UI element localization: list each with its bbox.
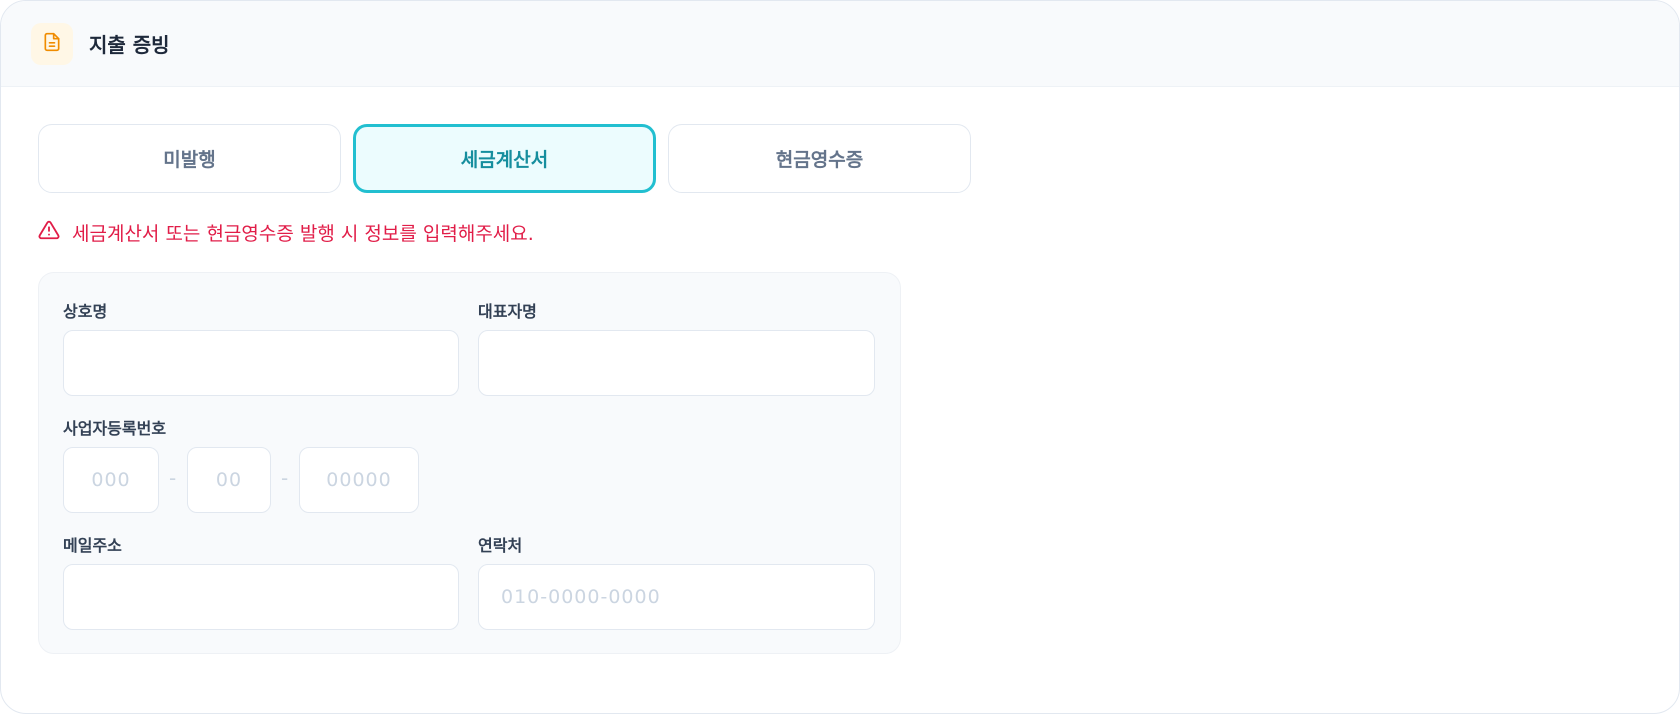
- warning-text: 세금계산서 또는 현금영수증 발행 시 정보를 입력해주세요.: [72, 223, 534, 245]
- tab-tax-invoice[interactable]: 세금계산서: [353, 124, 656, 193]
- tax-invoice-form: 상호명 대표자명 사업자등록번호 - - 메일주소 연락처: [38, 272, 901, 654]
- email-label: 메일주소: [63, 536, 122, 555]
- document-icon: [42, 32, 62, 56]
- business-number-part1-input[interactable]: [63, 447, 159, 513]
- alert-triangle-icon: [38, 219, 72, 246]
- business-number-part3-input[interactable]: [299, 447, 419, 513]
- company-name-input[interactable]: [63, 330, 459, 396]
- phone-label: 연락처: [478, 536, 523, 555]
- representative-input[interactable]: [478, 330, 875, 396]
- header-icon-box: [31, 22, 73, 65]
- proof-type-tabs: 미발행 세금계산서 현금영수증: [38, 124, 971, 193]
- card-header: 지출 증빙: [1, 1, 1679, 87]
- business-number-part2-input[interactable]: [187, 447, 271, 513]
- business-number-separator: -: [169, 466, 177, 490]
- tab-cash-receipt[interactable]: 현금영수증: [668, 124, 971, 193]
- representative-label: 대표자명: [478, 302, 537, 321]
- business-number-label: 사업자등록번호: [63, 419, 167, 438]
- page-title: 지출 증빙: [89, 33, 170, 57]
- email-input[interactable]: [63, 564, 459, 630]
- business-number-separator: -: [281, 466, 289, 490]
- tab-unissued[interactable]: 미발행: [38, 124, 341, 193]
- company-name-label: 상호명: [63, 302, 108, 321]
- expense-proof-card: 지출 증빙 미발행 세금계산서 현금영수증 세금계산서 또는 현금영수증 발행 …: [0, 0, 1680, 714]
- phone-input[interactable]: [478, 564, 875, 630]
- warning-message: 세금계산서 또는 현금영수증 발행 시 정보를 입력해주세요.: [38, 219, 534, 246]
